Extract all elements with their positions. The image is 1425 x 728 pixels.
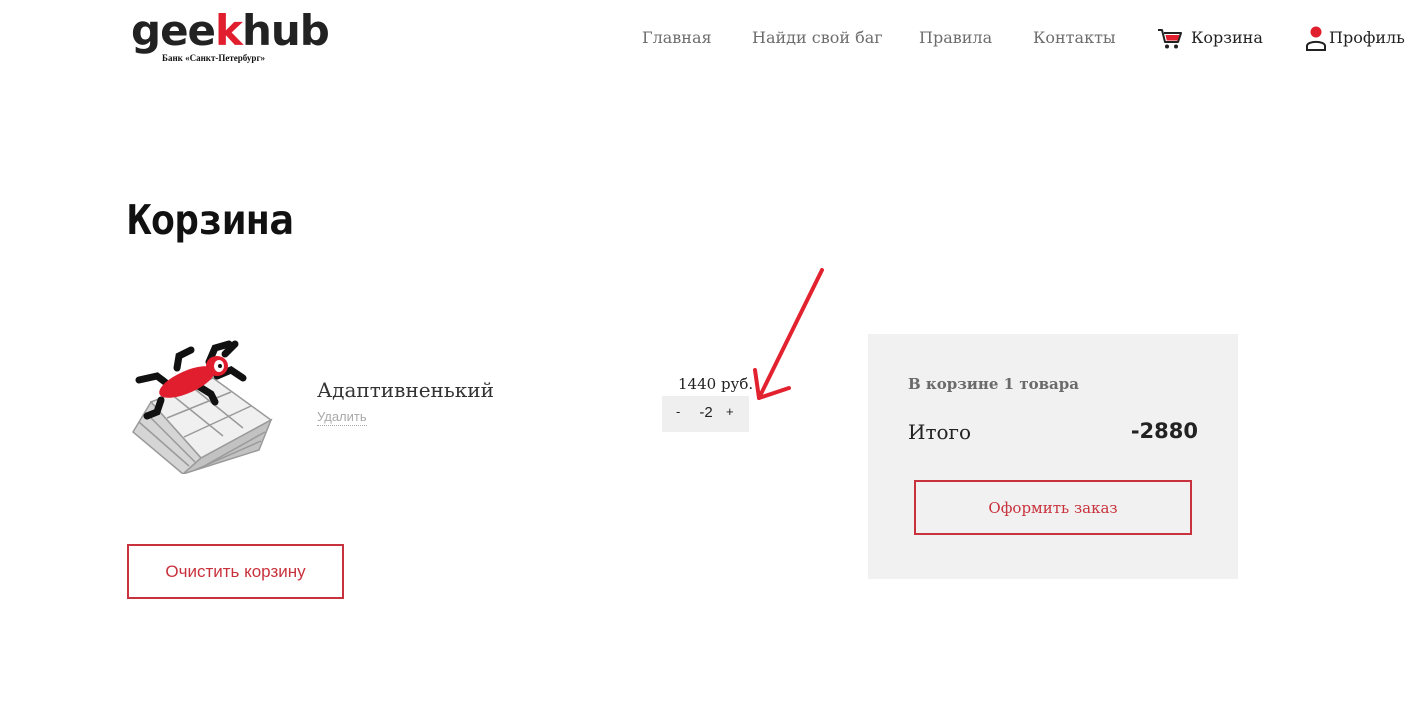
nav-contacts[interactable]: Контакты xyxy=(1033,28,1116,48)
product-image xyxy=(132,340,273,474)
main-nav: Главная Найди свой баг Правила Контакты … xyxy=(0,28,1425,52)
qty-decrease-button[interactable]: - xyxy=(676,404,680,419)
summary-item-count: В корзине 1 товара xyxy=(908,375,1079,393)
nav-profile[interactable]: Профиль xyxy=(1329,28,1405,48)
clear-cart-button[interactable]: Очистить корзину xyxy=(127,544,344,599)
cart-icon[interactable] xyxy=(1157,28,1183,50)
quantity-stepper: - -2 + xyxy=(662,396,749,432)
annotation-arrow-icon xyxy=(753,268,824,400)
checkout-button[interactable]: Оформить заказ xyxy=(914,480,1192,535)
summary-total-label: Итого xyxy=(908,420,972,444)
summary-total-value: -2880 xyxy=(1130,419,1198,443)
item-price: 1440 руб. xyxy=(678,375,754,393)
product-name: Адаптивненький xyxy=(317,378,494,402)
remove-item-link[interactable]: Удалить xyxy=(317,409,367,426)
nav-home[interactable]: Главная xyxy=(642,28,712,48)
nav-find-bug[interactable]: Найди свой баг xyxy=(752,28,883,48)
order-summary: В корзине 1 товара Итого -2880 Оформить … xyxy=(868,334,1238,579)
nav-cart[interactable]: Корзина xyxy=(1191,28,1263,48)
qty-value: -2 xyxy=(699,404,713,421)
nav-rules[interactable]: Правила xyxy=(919,28,992,48)
page-title: Корзина xyxy=(127,196,294,244)
user-icon[interactable] xyxy=(1305,25,1327,51)
qty-increase-button[interactable]: + xyxy=(726,404,734,419)
